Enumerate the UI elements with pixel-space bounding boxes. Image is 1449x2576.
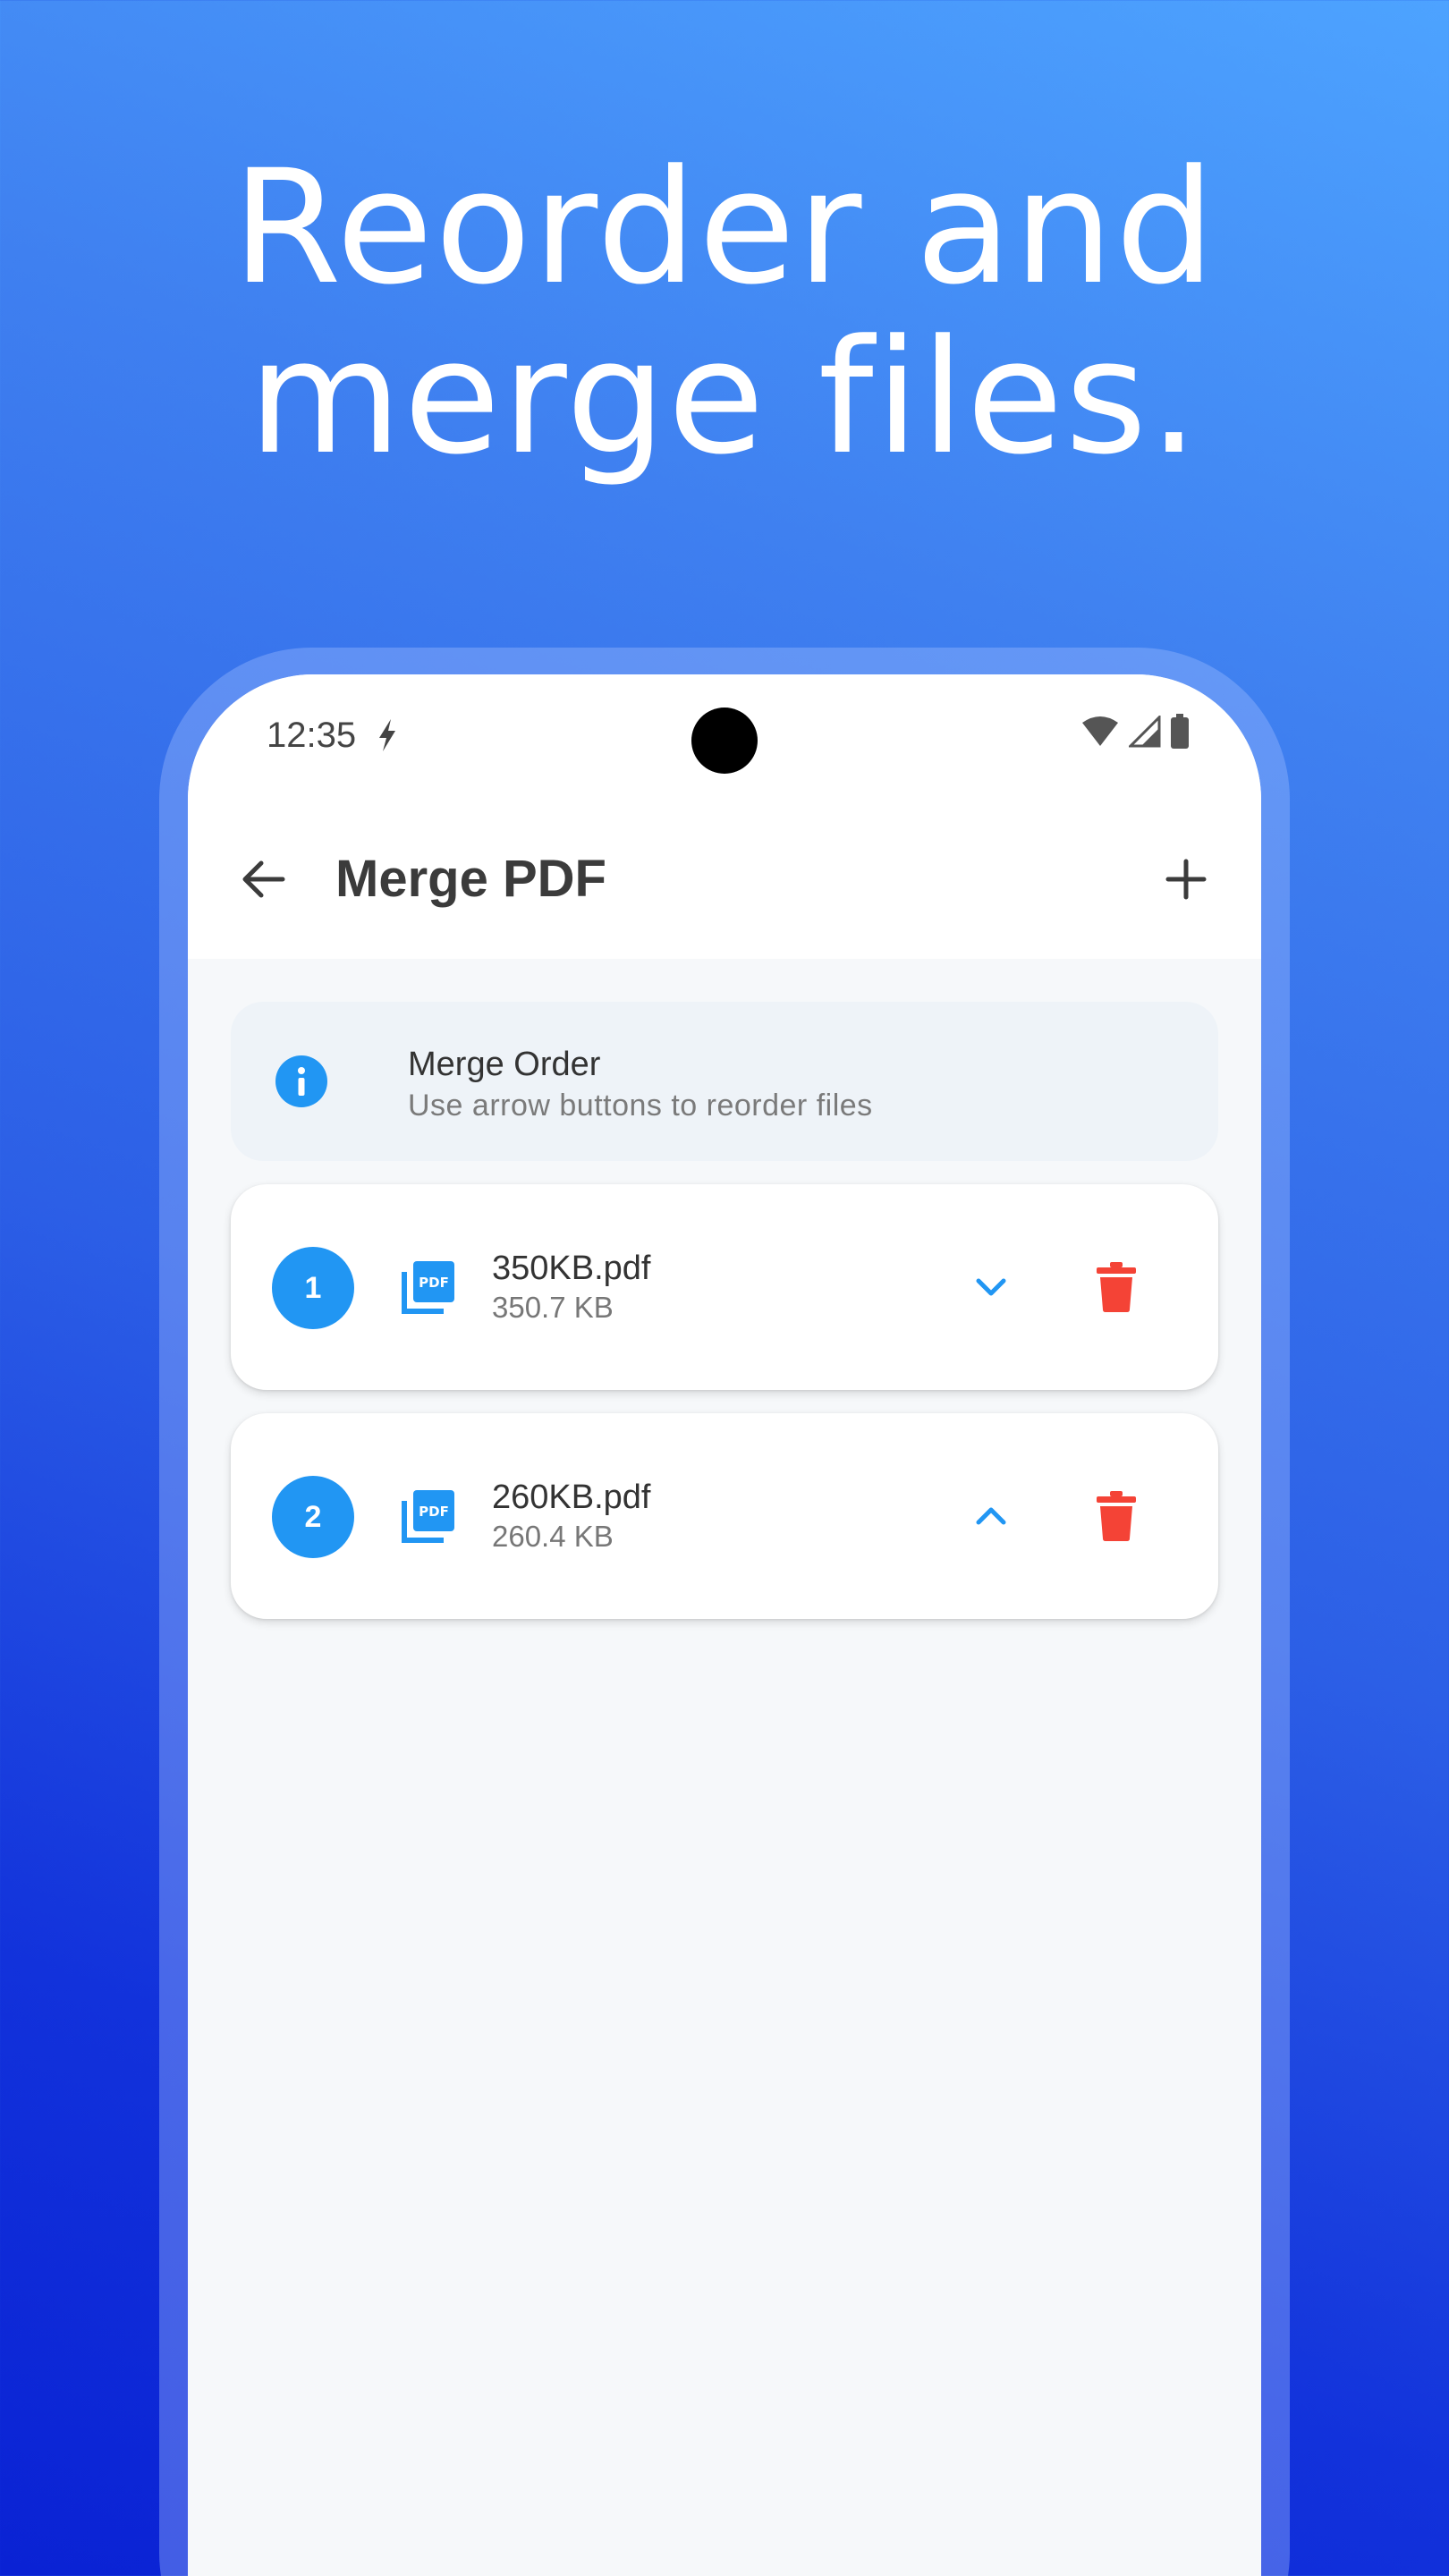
arrow-back-icon — [242, 860, 285, 898]
chevron-down-icon — [976, 1278, 1006, 1296]
file-size: 350.7 KB — [492, 1291, 614, 1324]
file-item: 2 PDF 260KB.pdf 260.4 KB — [231, 1413, 1218, 1619]
file-item: 1 PDF 350KB.pdf 350.7 KB — [231, 1184, 1218, 1390]
page-title: Merge PDF — [335, 850, 606, 908]
headline-line-1: Reorder and — [232, 136, 1217, 319]
pdf-file-icon: PDF — [402, 1261, 454, 1314]
plus-icon — [1165, 859, 1207, 900]
flash-icon — [379, 719, 395, 751]
add-file-button[interactable] — [1156, 849, 1216, 910]
pdf-file-icon: PDF — [402, 1490, 454, 1543]
file-name: 350KB.pdf — [492, 1250, 651, 1287]
info-title: Merge Order — [408, 1046, 601, 1083]
headline: Reorder and merge files. — [0, 143, 1449, 483]
chevron-up-icon — [976, 1507, 1006, 1525]
camera-cutout — [691, 708, 758, 774]
info-icon — [275, 1055, 327, 1107]
signal-icon — [1129, 716, 1161, 748]
headline-line-2: merge files. — [248, 306, 1201, 489]
trash-icon — [1097, 1491, 1136, 1541]
order-badge: 1 — [272, 1247, 354, 1329]
merge-order-info-card: Merge Order Use arrow buttons to reorder… — [231, 1002, 1218, 1161]
move-up-button[interactable] — [964, 1489, 1018, 1543]
status-time: 12:35 — [267, 716, 357, 755]
status-icons — [1080, 714, 1190, 750]
battery-icon — [1171, 714, 1189, 749]
trash-icon — [1097, 1262, 1136, 1312]
delete-file-button[interactable] — [1089, 1260, 1143, 1314]
file-size: 260.4 KB — [492, 1520, 614, 1553]
phone-screen: 12:35 Merge PDF Merge Order Use arrow bu… — [188, 674, 1261, 2576]
file-name: 260KB.pdf — [492, 1479, 651, 1516]
move-down-button[interactable] — [964, 1260, 1018, 1314]
wifi-icon — [1082, 716, 1118, 746]
back-button[interactable] — [233, 849, 293, 910]
order-badge: 2 — [272, 1476, 354, 1558]
svg-text:PDF: PDF — [419, 1275, 449, 1291]
svg-text:PDF: PDF — [419, 1504, 449, 1520]
delete-file-button[interactable] — [1089, 1489, 1143, 1543]
info-subtitle: Use arrow buttons to reorder files — [408, 1089, 873, 1123]
status-bar: 12:35 — [188, 674, 1261, 800]
app-bar: Merge PDF — [188, 800, 1261, 959]
